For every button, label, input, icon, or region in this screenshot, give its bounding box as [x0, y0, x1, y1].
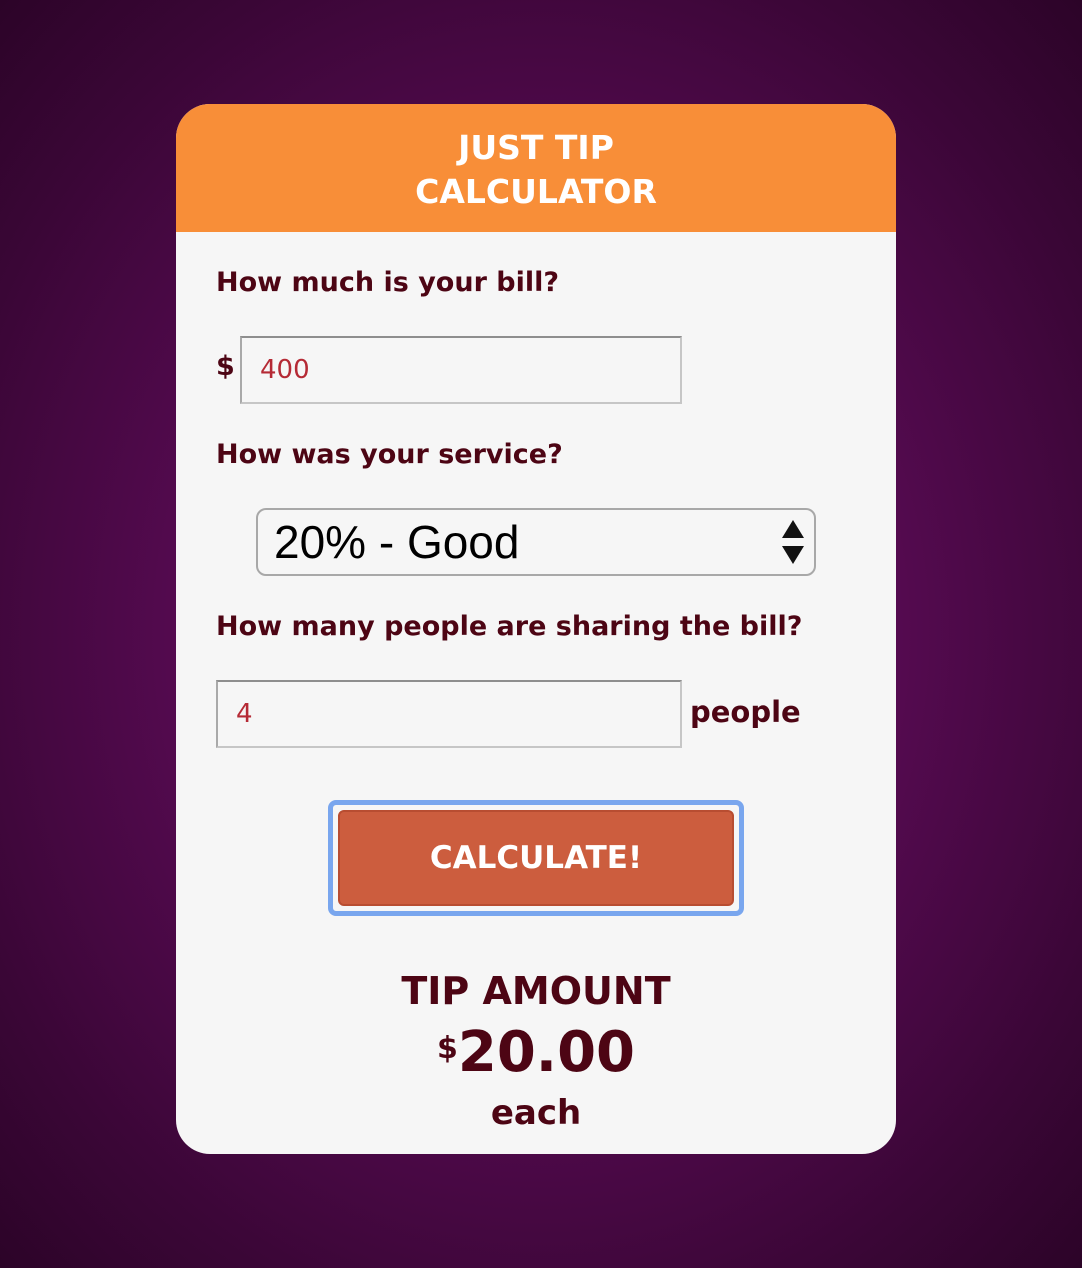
service-question-label: How was your service? [216, 439, 563, 470]
people-count-input[interactable]: 4 [216, 680, 682, 748]
tip-per-person-label: each [490, 1093, 582, 1133]
service-select-value: 20% - Good [274, 516, 520, 568]
tip-amount-display: $20.00 [176, 1018, 896, 1101]
people-unit-label: people [690, 695, 801, 729]
bill-currency-symbol: $ [216, 351, 235, 382]
tip-amount-title: TIP AMOUNT [401, 969, 671, 1013]
people-question-label: How many people are sharing the bill? [216, 611, 803, 642]
service-select[interactable]: 20% - Good [256, 508, 816, 576]
app-title-line-1: JUST TIP [458, 128, 614, 167]
tip-currency-symbol: $ [436, 1031, 458, 1066]
tip-amount-value: 20.00 [457, 1020, 635, 1085]
tip-calculator-card: JUST TIP CALCULATOR How much is your bil… [176, 104, 896, 1154]
bill-question-label: How much is your bill? [216, 267, 560, 298]
app-title-line-2: CALCULATOR [415, 172, 657, 211]
bill-amount-input[interactable]: 400 [240, 336, 682, 404]
calculator-header: JUST TIP CALCULATOR [176, 104, 896, 232]
up-down-arrows-icon [782, 520, 804, 564]
calculate-button[interactable]: CALCULATE! [338, 810, 734, 906]
